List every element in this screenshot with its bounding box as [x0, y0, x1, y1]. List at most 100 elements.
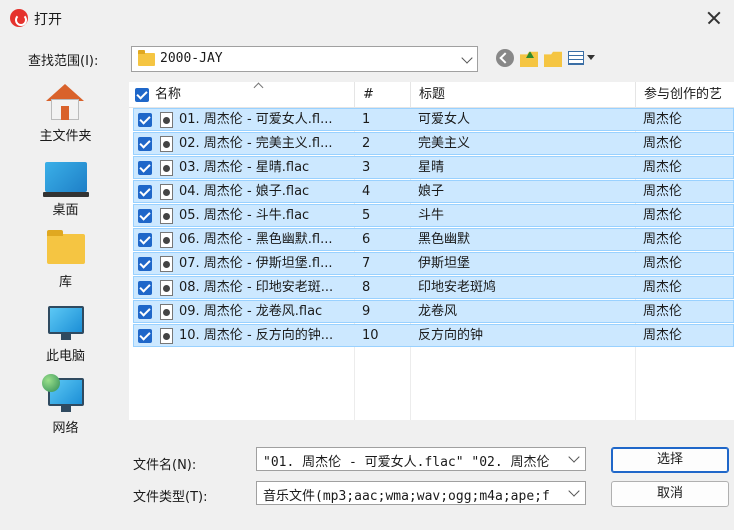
- file-title: 印地安老斑鸠: [418, 280, 497, 295]
- audio-file-icon: [160, 208, 173, 224]
- home-icon: [46, 84, 84, 120]
- file-title: 星晴: [418, 160, 445, 175]
- chevron-down-icon: [461, 52, 473, 64]
- file-track-number: 6: [362, 232, 371, 247]
- file-track-number: 2: [362, 136, 371, 151]
- file-name: 05. 周杰伦 - 斗牛.flac: [179, 208, 310, 223]
- audio-file-icon: [160, 136, 173, 152]
- lookin-dropdown[interactable]: 2000-JAY: [131, 46, 478, 72]
- file-track-number: 1: [362, 112, 371, 127]
- file-row[interactable]: 08. 周杰伦 - 印地安老斑... 8 印地安老斑鸠 周杰伦: [133, 276, 734, 299]
- file-artist: 周杰伦: [643, 328, 683, 343]
- filename-value: "01. 周杰伦 - 可爱女人.flac" "02. 周杰伦: [263, 455, 550, 470]
- column-title[interactable]: 标题: [411, 82, 636, 108]
- file-row[interactable]: 07. 周杰伦 - 伊斯坦堡.fl... 7 伊斯坦堡 周杰伦: [133, 252, 734, 275]
- audio-file-icon: [160, 328, 173, 344]
- file-track-number: 9: [362, 304, 371, 319]
- column-name[interactable]: 名称: [147, 82, 355, 108]
- file-list[interactable]: 名称 # 标题 参与创作的艺 01. 周杰伦 - 可爱女人.fl... 1 可爱女人…: [129, 82, 734, 420]
- file-artist: 周杰伦: [643, 136, 683, 151]
- row-checkbox[interactable]: [138, 113, 152, 127]
- filename-input[interactable]: "01. 周杰伦 - 可爱女人.flac" "02. 周杰伦: [256, 447, 586, 471]
- row-checkbox[interactable]: [138, 329, 152, 343]
- row-checkbox[interactable]: [138, 257, 152, 271]
- select-button[interactable]: 选择: [611, 447, 729, 473]
- file-title: 反方向的钟: [418, 328, 484, 343]
- audio-file-icon: [160, 160, 173, 176]
- audio-file-icon: [160, 280, 173, 296]
- audio-file-icon: [160, 256, 173, 272]
- file-row[interactable]: 05. 周杰伦 - 斗牛.flac 5 斗牛 周杰伦: [133, 204, 734, 227]
- file-name: 06. 周杰伦 - 黑色幽默.fl...: [179, 232, 333, 247]
- file-row[interactable]: 10. 周杰伦 - 反方向的钟... 10 反方向的钟 周杰伦: [133, 324, 734, 347]
- title-bar: 打开: [0, 0, 734, 36]
- library-folder-icon: [47, 230, 85, 264]
- file-artist: 周杰伦: [643, 184, 683, 199]
- file-row[interactable]: 09. 周杰伦 - 龙卷风.flac 9 龙卷风 周杰伦: [133, 300, 734, 323]
- file-track-number: 4: [362, 184, 371, 199]
- new-folder-icon[interactable]: [544, 51, 562, 67]
- column-header: 名称 # 标题 参与创作的艺: [129, 82, 734, 108]
- file-row[interactable]: 03. 周杰伦 - 星晴.flac 3 星晴 周杰伦: [133, 156, 734, 179]
- audio-file-icon: [160, 184, 173, 200]
- filename-label: 文件名(N):: [133, 458, 197, 473]
- folder-icon: [138, 50, 155, 66]
- close-button[interactable]: [702, 6, 726, 30]
- row-checkbox[interactable]: [138, 137, 152, 151]
- place-library[interactable]: 库: [7, 228, 124, 298]
- row-checkbox[interactable]: [138, 185, 152, 199]
- file-artist: 周杰伦: [643, 112, 683, 127]
- window-title: 打开: [34, 12, 62, 28]
- file-track-number: 7: [362, 256, 371, 271]
- network-icon: [42, 374, 84, 412]
- row-checkbox[interactable]: [138, 209, 152, 223]
- file-row[interactable]: 02. 周杰伦 - 完美主义.fl... 2 完美主义 周杰伦: [133, 132, 734, 155]
- audio-file-icon: [160, 304, 173, 320]
- file-title: 伊斯坦堡: [418, 256, 471, 271]
- file-track-number: 8: [362, 280, 371, 295]
- place-label: 主文件夹: [39, 129, 92, 144]
- up-folder-icon[interactable]: [520, 51, 538, 67]
- column-name-label: 名称: [155, 87, 182, 102]
- file-name: 02. 周杰伦 - 完美主义.fl...: [179, 136, 333, 151]
- file-name: 09. 周杰伦 - 龙卷风.flac: [179, 304, 323, 319]
- file-name: 01. 周杰伦 - 可爱女人.fl...: [179, 112, 333, 127]
- view-menu-icon[interactable]: [568, 51, 584, 65]
- filetype-dropdown[interactable]: 音乐文件(mp3;aac;wma;wav;ogg;m4a;ape;f: [256, 481, 586, 505]
- cancel-button[interactable]: 取消: [611, 481, 729, 507]
- desktop-icon: [43, 162, 89, 197]
- row-checkbox[interactable]: [138, 233, 152, 247]
- file-track-number: 10: [362, 328, 379, 343]
- place-home[interactable]: 主文件夹: [7, 82, 124, 152]
- place-network[interactable]: 网络: [7, 374, 124, 446]
- file-name: 08. 周杰伦 - 印地安老斑...: [179, 280, 334, 295]
- file-title: 黑色幽默: [418, 232, 471, 247]
- place-desktop[interactable]: 桌面: [7, 156, 124, 226]
- file-row[interactable]: 06. 周杰伦 - 黑色幽默.fl... 6 黑色幽默 周杰伦: [133, 228, 734, 251]
- file-artist: 周杰伦: [643, 208, 683, 223]
- row-checkbox[interactable]: [138, 281, 152, 295]
- chevron-down-icon: [568, 451, 580, 463]
- view-dropdown-icon[interactable]: [587, 55, 595, 60]
- place-label: 库: [58, 275, 72, 290]
- audio-file-icon: [160, 112, 173, 128]
- row-checkbox[interactable]: [138, 161, 152, 175]
- file-row[interactable]: 01. 周杰伦 - 可爱女人.fl... 1 可爱女人 周杰伦: [133, 108, 734, 131]
- file-title: 娘子: [418, 184, 445, 199]
- netease-music-icon: [10, 9, 28, 27]
- lookin-value: 2000-JAY: [160, 51, 223, 66]
- chevron-down-icon: [568, 485, 580, 497]
- column-number[interactable]: #: [355, 82, 411, 108]
- file-name: 03. 周杰伦 - 星晴.flac: [179, 160, 310, 175]
- row-checkbox[interactable]: [138, 305, 152, 319]
- file-name: 07. 周杰伦 - 伊斯坦堡.fl...: [179, 256, 333, 271]
- lookin-label: 查找范围(I):: [28, 54, 99, 69]
- place-this-pc[interactable]: 此电脑: [7, 302, 124, 372]
- back-icon[interactable]: [496, 49, 514, 67]
- file-row[interactable]: 04. 周杰伦 - 娘子.flac 4 娘子 周杰伦: [133, 180, 734, 203]
- column-artist[interactable]: 参与创作的艺: [636, 82, 734, 108]
- file-artist: 周杰伦: [643, 304, 683, 319]
- file-track-number: 3: [362, 160, 371, 175]
- file-artist: 周杰伦: [643, 256, 683, 271]
- sort-up-icon: [253, 82, 264, 93]
